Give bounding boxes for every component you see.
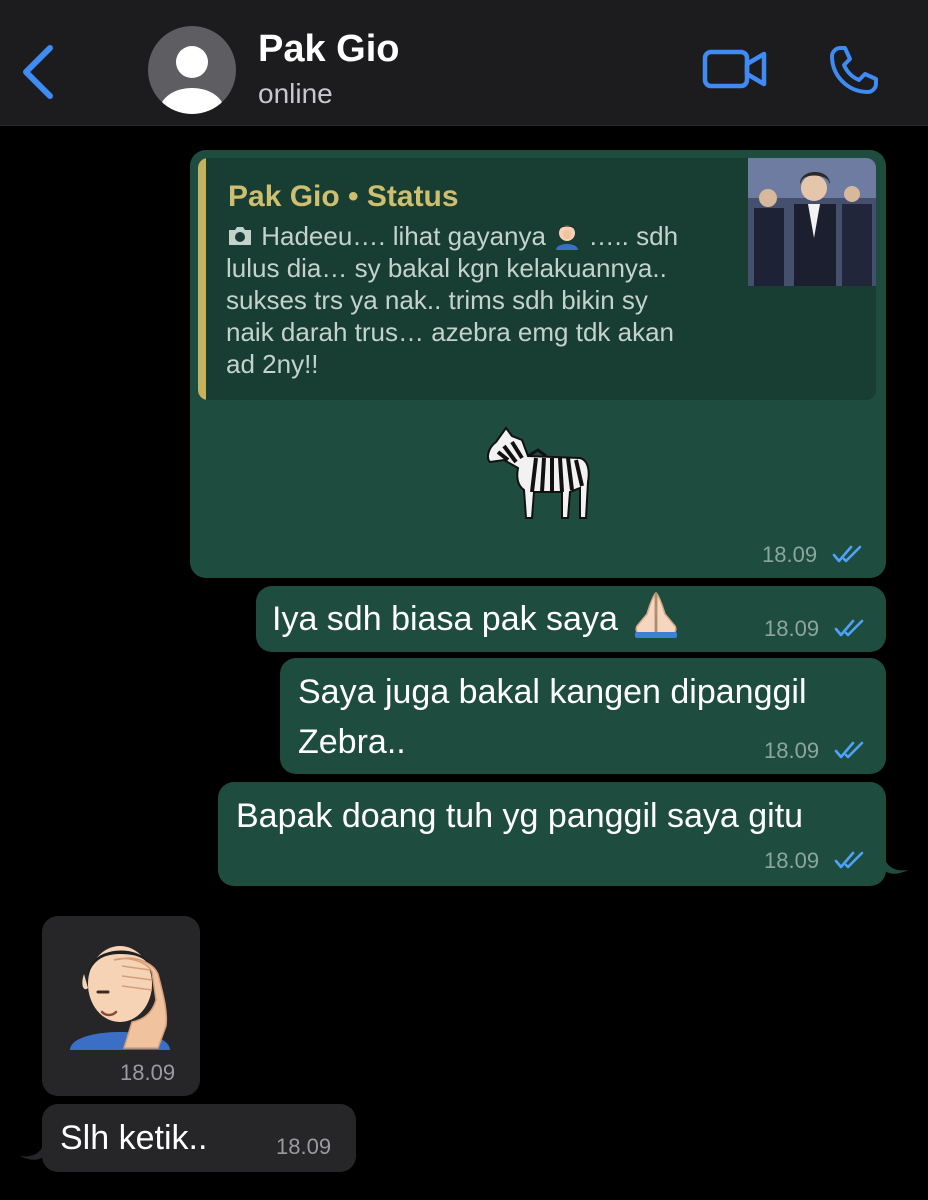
bubble-tail: [20, 1142, 44, 1160]
folded-hands-emoji-icon: [635, 591, 678, 638]
voice-call-button[interactable]: [826, 42, 882, 98]
read-receipt-icon: [834, 851, 864, 869]
chat-header: Pak Gio online: [0, 0, 928, 126]
message-time: 18.09: [276, 1134, 332, 1159]
quoted-status[interactable]: Pak Gio • Status Hadeeu…. lihat gayanya …: [198, 158, 876, 400]
bubble-tail: [884, 856, 908, 874]
contact-name[interactable]: Pak Gio: [258, 28, 400, 71]
quote-line: naik darah trus… azebra emg tdk akan: [226, 317, 675, 347]
message-text: Bapak doang tuh yg panggil saya gitu: [236, 797, 804, 835]
avatar[interactable]: [148, 26, 236, 114]
quote-title: Pak Gio • Status: [228, 180, 459, 213]
message-time: 18.09: [764, 848, 820, 873]
message-time: 18.09: [764, 738, 820, 763]
quote-line: sukses trs ya nak.. trims sdh bikin sy: [226, 285, 648, 315]
message-time: 18.09: [764, 616, 820, 641]
outgoing-message[interactable]: Iya sdh biasa pak saya 18.09: [256, 586, 886, 652]
quote-body: Hadeeu…. lihat gayanya ….. sdh lulus dia…: [226, 220, 746, 380]
person-facepalming-emoji-icon: [556, 225, 579, 250]
read-receipt-icon: [834, 741, 864, 759]
person-facepalming-sticker-icon: [62, 930, 178, 1050]
outgoing-message[interactable]: Saya juga bakal kangen dipanggil Zebra..…: [280, 658, 886, 774]
quote-line: Hadeeu…. lihat gayanya ….. sdh: [226, 220, 746, 252]
video-call-button[interactable]: [700, 44, 770, 94]
phone-icon: [830, 46, 878, 94]
read-receipt-icon: [832, 545, 862, 563]
quote-line: ad 2ny!!: [226, 349, 319, 379]
message-text-line: Zebra..: [298, 723, 406, 761]
message-time: 18.09: [762, 542, 818, 567]
quote-accent-bar: [198, 158, 206, 400]
message-text-line: Saya juga bakal kangen dipanggil: [298, 673, 807, 711]
message-text: Iya sdh biasa pak saya: [272, 591, 681, 645]
contact-status: online: [258, 78, 333, 109]
incoming-sticker-message[interactable]: 18.09: [42, 916, 200, 1096]
camera-icon: [229, 227, 251, 245]
default-avatar-icon: [160, 46, 224, 114]
status-thumbnail[interactable]: [748, 158, 876, 286]
quote-line: lulus dia… sy bakal kgn kelakuannya..: [226, 253, 667, 283]
outgoing-message[interactable]: Bapak doang tuh yg panggil saya gitu 18.…: [218, 782, 886, 886]
incoming-message[interactable]: Slh ketik.. 18.09: [42, 1104, 356, 1172]
back-button[interactable]: [16, 40, 60, 104]
zebra-emoji-icon: [482, 422, 594, 522]
message-time: 18.09: [120, 1060, 176, 1085]
message-text: Slh ketik..: [60, 1119, 208, 1157]
video-camera-icon: [702, 49, 767, 89]
chevron-left-icon: [23, 45, 53, 99]
status-reply-message[interactable]: Pak Gio • Status Hadeeu…. lihat gayanya …: [190, 150, 886, 578]
read-receipt-icon: [834, 619, 864, 637]
